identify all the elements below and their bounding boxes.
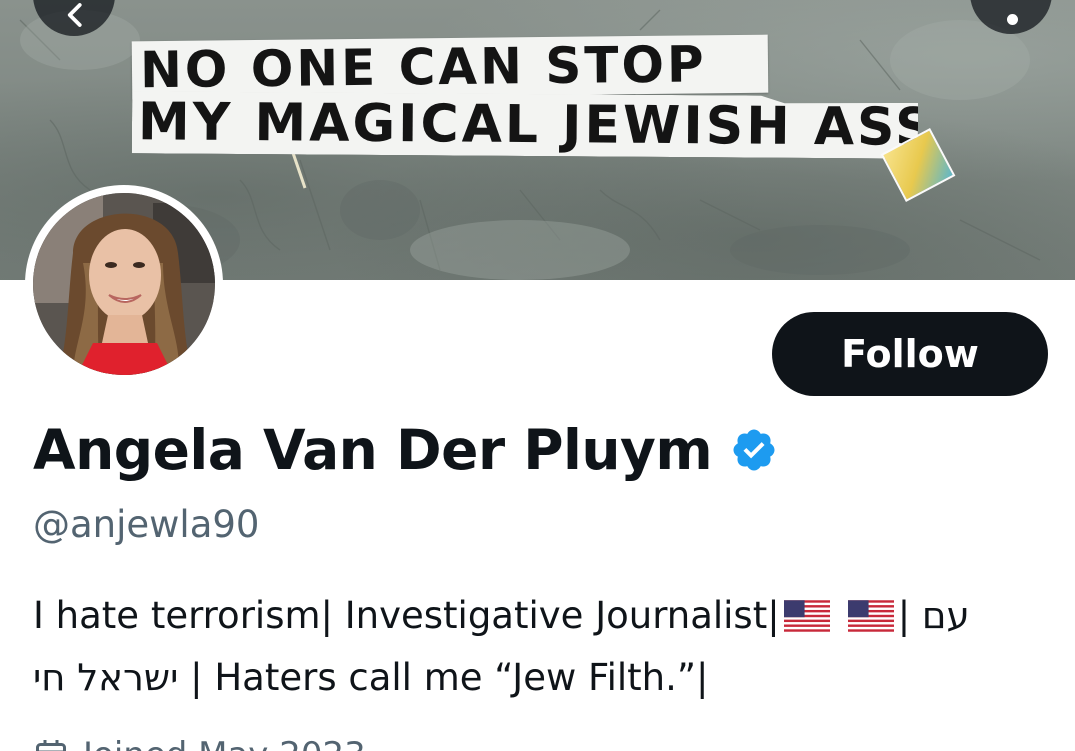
- avatar[interactable]: [25, 185, 223, 383]
- joined-date: Joined May 2023: [83, 735, 366, 751]
- display-name-row: Angela Van Der Pluym: [33, 418, 778, 482]
- us-flag-icon: [783, 600, 830, 632]
- follow-button[interactable]: Follow: [772, 312, 1048, 396]
- profile-bio: I hate terrorism| Investigative Journali…: [33, 585, 1033, 709]
- us-flag-icon: [847, 600, 894, 632]
- bio-line-2: ישראל חי | Haters call me “Jew Filth.”|: [33, 647, 1033, 709]
- display-name: Angela Van Der Pluym: [33, 418, 713, 482]
- joined-date-row: Joined May 2023: [33, 735, 366, 751]
- profile-page: NO ONE CAN STOP MY MAGICAL JEWISH ASS Fo…: [0, 0, 1075, 751]
- bio-line-1: I hate terrorism| Investigative Journali…: [33, 585, 1033, 647]
- banner-sign-line-1: NO ONE CAN STOP: [131, 34, 769, 100]
- more-dots-icon: [1006, 13, 1018, 25]
- bio-text-1b: | עם: [897, 594, 970, 637]
- calendar-icon: [36, 740, 66, 751]
- verified-badge-icon[interactable]: [730, 426, 778, 474]
- user-handle: @anjewla90: [33, 503, 260, 546]
- bio-text-1a: I hate terrorism| Investigative Journali…: [33, 594, 780, 637]
- bio-text-2: ישראל חי | Haters call me “Jew Filth.”|: [33, 656, 709, 699]
- arrow-left-icon: [67, 3, 82, 27]
- avatar-photo: [33, 193, 215, 375]
